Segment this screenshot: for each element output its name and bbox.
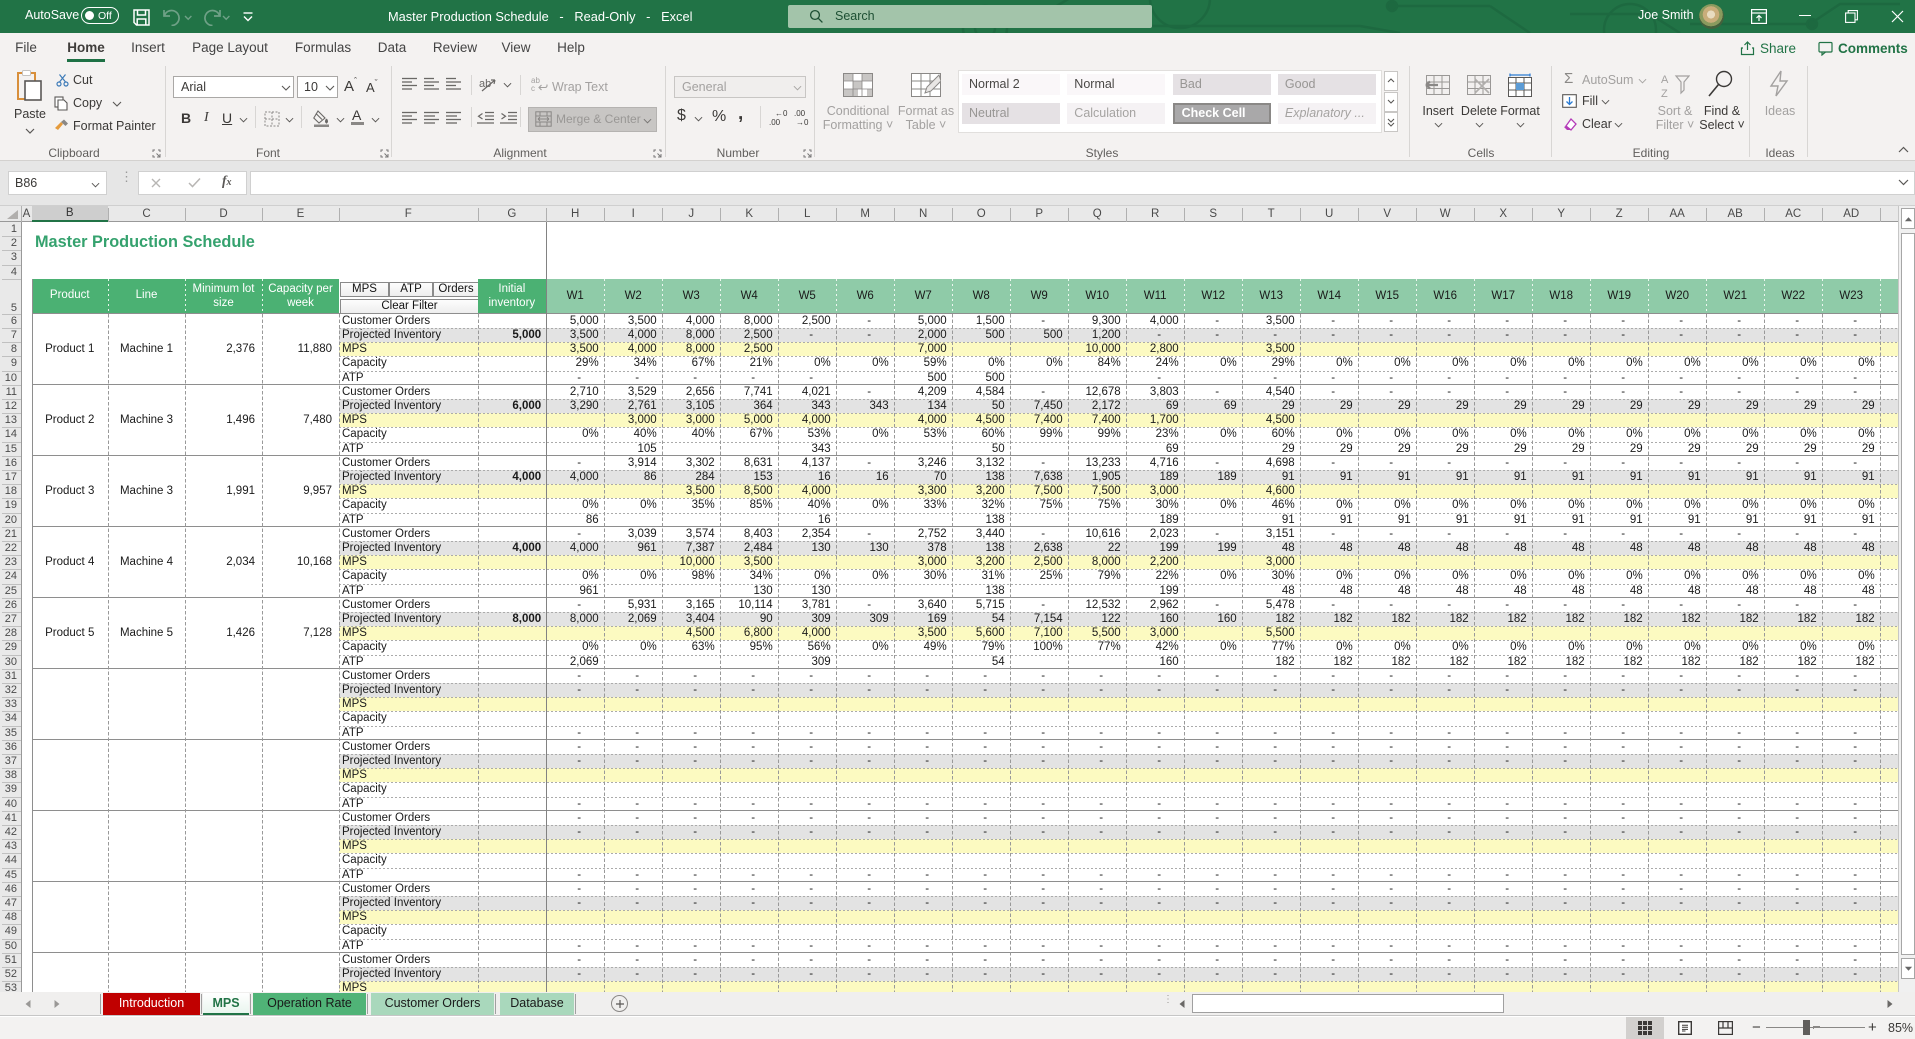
svg-text:.00: .00 <box>769 118 781 126</box>
svg-text:Z: Z <box>1661 88 1668 99</box>
svg-text:c: c <box>531 84 535 92</box>
svg-text:A: A <box>1661 74 1669 86</box>
svg-text:.00: .00 <box>794 109 806 118</box>
svg-text:←0: ←0 <box>775 109 788 118</box>
